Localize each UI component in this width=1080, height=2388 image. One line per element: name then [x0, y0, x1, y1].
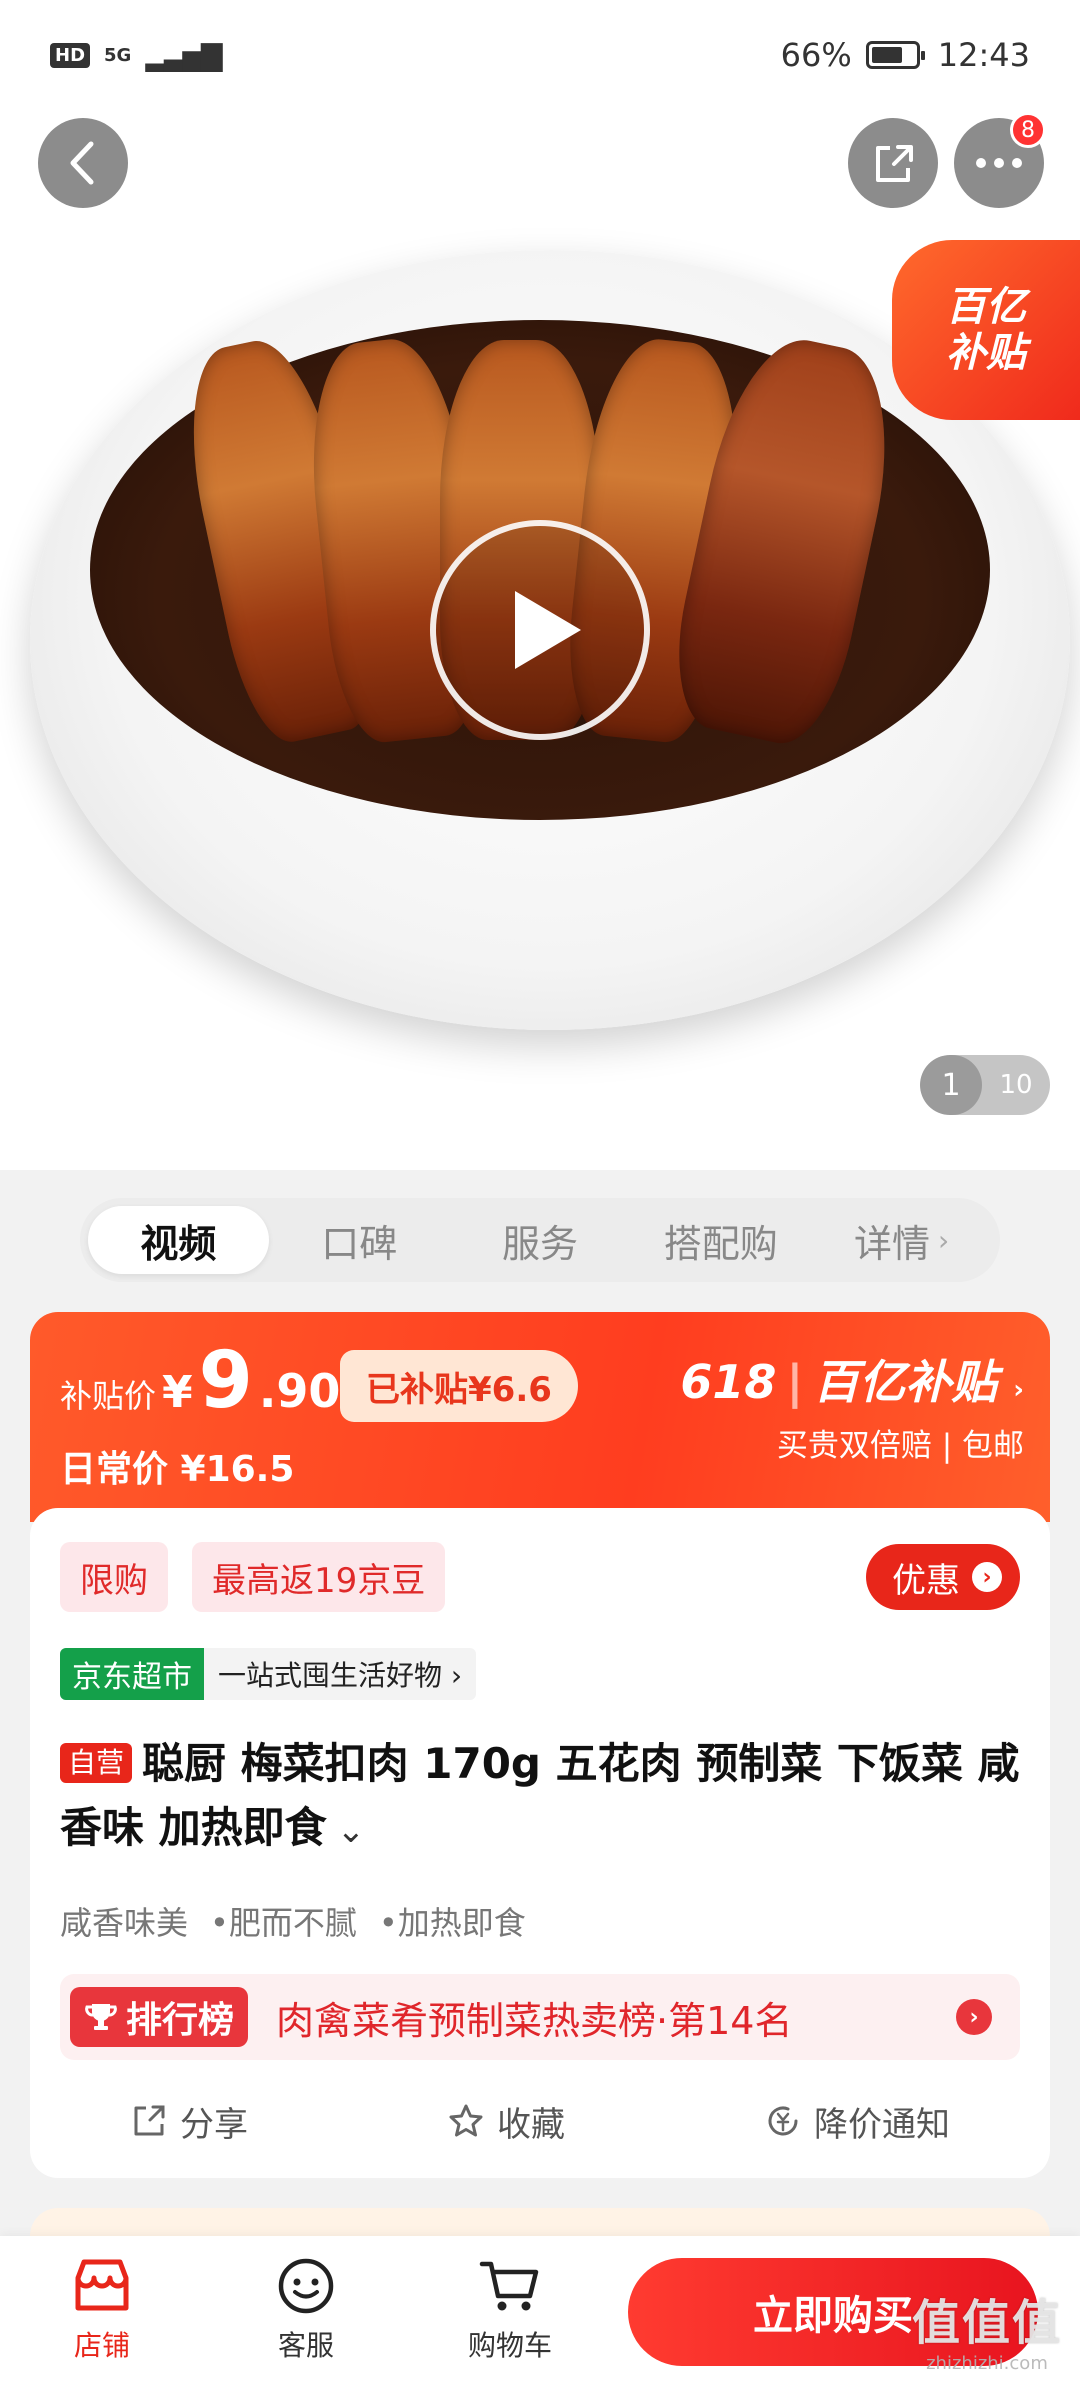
promo-618-block[interactable]: 618 | 百亿补贴 › 买贵双倍赔 | 包邮: [680, 1346, 1024, 1465]
coupon-button[interactable]: 优惠 ›: [866, 1544, 1020, 1610]
signal-icon: ▂▃▅▇: [145, 38, 222, 72]
product-title[interactable]: 自营 聪厨 梅菜扣肉 170g 五花肉 预制菜 下饭菜 咸香味 加热即食 ⌄: [60, 1732, 1020, 1863]
battery-percent: 66%: [780, 36, 852, 74]
clock: 12:43: [937, 36, 1030, 74]
subsidy-price: 补贴价 ¥ 9 .90: [60, 1342, 340, 1420]
jd-supermarket-tag: 京东超市: [60, 1648, 204, 1700]
subsidy-badge-line2: 补贴: [946, 330, 1026, 376]
price-alert-label: 降价通知: [814, 2104, 950, 2145]
watermark-main: 值值值: [911, 2295, 1062, 2351]
ranking-banner[interactable]: 排行榜 肉禽菜肴预制菜热卖榜·第14名 ›: [60, 1974, 1020, 2060]
self-operated-tag: 自营: [60, 1743, 133, 1783]
cart-icon: [479, 2261, 539, 2311]
ranking-tag-label: 排行榜: [126, 2000, 235, 2041]
customer-service-label: 客服: [277, 2329, 334, 2362]
more-button[interactable]: 8: [954, 112, 1046, 208]
play-video-button[interactable]: [430, 520, 650, 740]
tab-details[interactable]: 详情 ›: [811, 1206, 992, 1274]
divider: |: [786, 1355, 804, 1409]
tab-label: 详情: [853, 1221, 930, 1266]
share-icon: [876, 145, 913, 182]
tab-video[interactable]: 视频: [88, 1206, 269, 1274]
favorite-label: 收藏: [497, 2104, 565, 2145]
promo-brand: 百亿补贴: [813, 1355, 998, 1409]
watermark-sub: zhizhizhi.com: [926, 2353, 1048, 2374]
favorite-action[interactable]: 收藏: [447, 2097, 565, 2146]
daily-price: 日常价 ¥16.5: [60, 1449, 295, 1490]
back-button[interactable]: [38, 118, 128, 208]
promo-618: 618: [680, 1355, 777, 1409]
chevron-down-icon: ⌄: [336, 1811, 366, 1851]
currency-symbol: ¥: [162, 1367, 193, 1418]
more-dots-icon: [976, 158, 1022, 168]
tab-label: 服务: [501, 1221, 578, 1266]
shop-label: 店铺: [73, 2329, 130, 2362]
chat-face-icon: [278, 2258, 334, 2314]
image-pager: 1 10: [920, 1055, 1050, 1115]
price-decimal: .90: [258, 1364, 341, 1418]
network-label: 5G: [104, 44, 132, 66]
bottom-bar: 店铺 客服 购物车 立即购买 值值值 zhizhizhi.com: [0, 2236, 1080, 2388]
subsidy-badge: 百亿 补贴: [892, 240, 1080, 420]
share-action[interactable]: 分享: [130, 2097, 248, 2146]
chevron-right-icon: ›: [972, 1562, 1002, 1592]
tab-reviews[interactable]: 口碑: [269, 1206, 450, 1274]
price-alert-icon: [768, 2106, 798, 2136]
jd-supermarket-text: 一站式囤生活好物 ›: [218, 1659, 463, 1692]
pager-current: 1: [920, 1055, 982, 1115]
watermark: 值值值 zhizhizhi.com: [912, 2283, 1062, 2374]
subsidy-price-label: 补贴价: [60, 1377, 157, 1415]
cart-label: 购物车: [467, 2329, 552, 2362]
pager-total: 10: [999, 1070, 1033, 1100]
shop-icon: [75, 2259, 129, 2311]
product-info-card: 限购 最高返19京豆 优惠 › 京东超市 一站式囤生活好物 › 自营 聪厨 梅菜扣…: [30, 1508, 1050, 2178]
share-icon: [134, 2105, 165, 2136]
chevron-right-icon: ›: [937, 1223, 950, 1257]
share-label: 分享: [180, 2104, 248, 2145]
star-icon: [449, 2104, 483, 2137]
feature-tags: 咸香味美 •肥而不腻 •加热即食: [60, 1898, 526, 1944]
jd-supermarket-link[interactable]: 京东超市 一站式囤生活好物 ›: [60, 1648, 477, 1700]
status-bar: HD 5G ▂▃▅▇ 66% 12:43: [0, 0, 1080, 110]
tab-bundle[interactable]: 搭配购: [630, 1206, 811, 1274]
trophy-icon: [85, 2004, 117, 2030]
price-alert-action[interactable]: 降价通知: [764, 2097, 950, 2146]
ranking-text: 肉禽菜肴预制菜热卖榜·第14名: [276, 1998, 793, 2043]
price-integer: 9: [198, 1336, 253, 1426]
customer-service-button[interactable]: 客服: [246, 2256, 366, 2364]
shop-button[interactable]: 店铺: [42, 2256, 162, 2364]
hd-indicator: HD: [50, 42, 91, 68]
product-title-text: 聪厨 梅菜扣肉 170g 五花肉 预制菜 下饭菜 咸香味 加热即食: [60, 1739, 1020, 1852]
cart-button[interactable]: 购物车: [450, 2256, 570, 2364]
feature-tag: •肥而不腻: [210, 1904, 357, 1942]
tab-label: 口碑: [321, 1221, 398, 1266]
promo-618-title: 618 | 百亿补贴 ›: [680, 1346, 1024, 1412]
share-button[interactable]: [848, 118, 938, 208]
chevron-left-icon: [70, 141, 94, 185]
subsidized-amount-tag: 已补贴¥6.6: [340, 1350, 578, 1422]
notification-badge: 8: [1010, 112, 1046, 148]
action-row: 分享 收藏 降价通知: [60, 2086, 1020, 2156]
limit-purchase-chip: 限购: [60, 1542, 168, 1612]
tab-label: 搭配购: [663, 1221, 778, 1266]
status-right: 66% 12:43: [781, 36, 1030, 74]
play-icon: [515, 591, 581, 669]
jd-bean-chip[interactable]: 最高返19京豆: [192, 1542, 446, 1612]
tab-label: 视频: [140, 1221, 217, 1266]
ranking-tag: 排行榜: [70, 1987, 249, 2047]
battery-icon: [865, 41, 925, 69]
section-tabs: 视频 口碑 服务 搭配购 详情 ›: [80, 1198, 1000, 1282]
price-card: 补贴价 ¥ 9 .90 已补贴¥6.6 日常价 ¥16.5 618 | 百亿补贴 ›…: [30, 1312, 1050, 1522]
feature-tag: •加热即食: [378, 1904, 526, 1942]
product-hero[interactable]: 8 百亿 补贴 1 10: [0, 110, 1080, 1170]
coupon-label: 优惠: [892, 1560, 960, 1601]
promo-desc: 买贵双倍赔 | 包邮: [776, 1428, 1024, 1464]
feature-tag: 咸香味美: [60, 1904, 189, 1942]
status-left: HD 5G ▂▃▅▇: [50, 38, 222, 72]
tab-service[interactable]: 服务: [450, 1206, 631, 1274]
chevron-right-icon: ›: [1013, 1375, 1024, 1405]
chevron-right-icon: ›: [956, 1999, 992, 2035]
subsidy-badge-line1: 百亿: [946, 284, 1026, 330]
